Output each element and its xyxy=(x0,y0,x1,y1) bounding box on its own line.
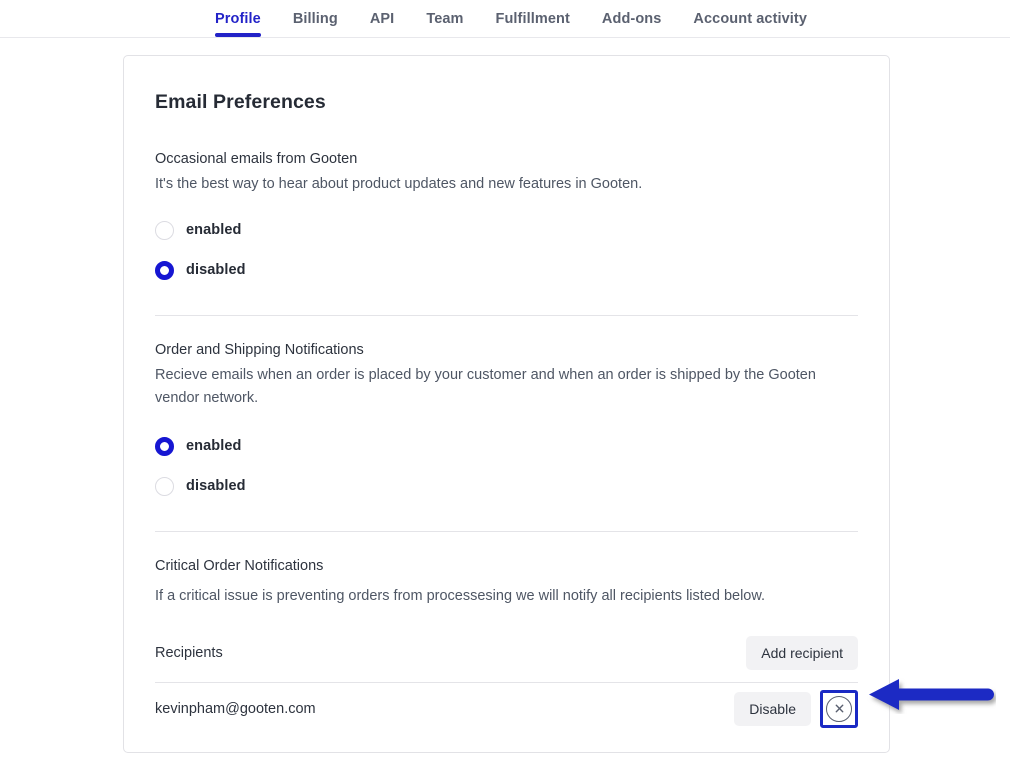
section-divider xyxy=(155,315,858,317)
section-heading: Order and Shipping Notifications xyxy=(155,342,364,359)
radio-option-enabled[interactable]: enabled xyxy=(155,215,858,245)
tab-api[interactable]: API xyxy=(370,0,394,37)
radio-option-disabled[interactable]: disabled xyxy=(155,471,858,501)
email-preferences-card: Email Preferences Occasional emails from… xyxy=(123,55,890,753)
add-recipient-button[interactable]: Add recipient xyxy=(746,635,858,670)
settings-tab-bar: Profile Billing API Team Fulfillment Add… xyxy=(0,0,1010,38)
radio-label: disabled xyxy=(186,262,246,279)
radio-label: enabled xyxy=(186,222,242,239)
radio-group-order-shipping: enabled disabled xyxy=(155,431,858,501)
disable-recipient-button[interactable]: Disable xyxy=(734,691,811,726)
account-settings-page: Profile Billing API Team Fulfillment Add… xyxy=(0,0,1028,769)
radio-indicator-selected xyxy=(155,260,174,280)
tab-account-activity[interactable]: Account activity xyxy=(693,0,807,37)
tab-team[interactable]: Team xyxy=(426,0,463,37)
section-description: It's the best way to hear about product … xyxy=(155,176,643,192)
radio-group-occasional-emails: enabled disabled xyxy=(155,215,858,285)
recipient-row: kevinpham@gooten.com Disable xyxy=(155,683,858,735)
section-divider xyxy=(155,531,858,533)
recipients-header: Recipients Add recipient xyxy=(155,632,858,674)
circle-x-icon xyxy=(833,702,846,715)
tab-billing[interactable]: Billing xyxy=(293,0,338,37)
remove-recipient-button[interactable] xyxy=(826,695,852,722)
radio-indicator-selected xyxy=(155,436,174,456)
recipient-actions: Disable xyxy=(734,689,858,728)
recipients-label: Recipients xyxy=(155,644,223,661)
radio-indicator-unselected xyxy=(155,220,174,240)
page-title: Email Preferences xyxy=(155,91,326,113)
section-occasional-emails: Occasional emails from Gooten It's the b… xyxy=(155,151,858,285)
section-critical-order-notifications: Critical Order Notifications If a critic… xyxy=(155,558,858,734)
tab-fulfillment[interactable]: Fulfillment xyxy=(496,0,570,37)
section-description: Recieve emails when an order is placed b… xyxy=(155,367,816,406)
section-heading: Occasional emails from Gooten xyxy=(155,151,358,167)
recipient-email: kevinpham@gooten.com xyxy=(155,700,316,717)
radio-label: disabled xyxy=(186,478,246,495)
radio-indicator-unselected xyxy=(155,476,174,496)
radio-option-disabled[interactable]: disabled xyxy=(155,255,858,285)
radio-label: enabled xyxy=(186,438,242,455)
tab-add-ons[interactable]: Add-ons xyxy=(602,0,662,37)
focus-highlight-box xyxy=(820,689,858,728)
tab-profile[interactable]: Profile xyxy=(215,0,261,37)
section-order-shipping-notifications: Order and Shipping Notifications Recieve… xyxy=(155,342,858,501)
section-description: If a critical issue is preventing orders… xyxy=(155,588,766,605)
radio-option-enabled[interactable]: enabled xyxy=(155,431,858,461)
section-heading: Critical Order Notifications xyxy=(155,558,324,575)
